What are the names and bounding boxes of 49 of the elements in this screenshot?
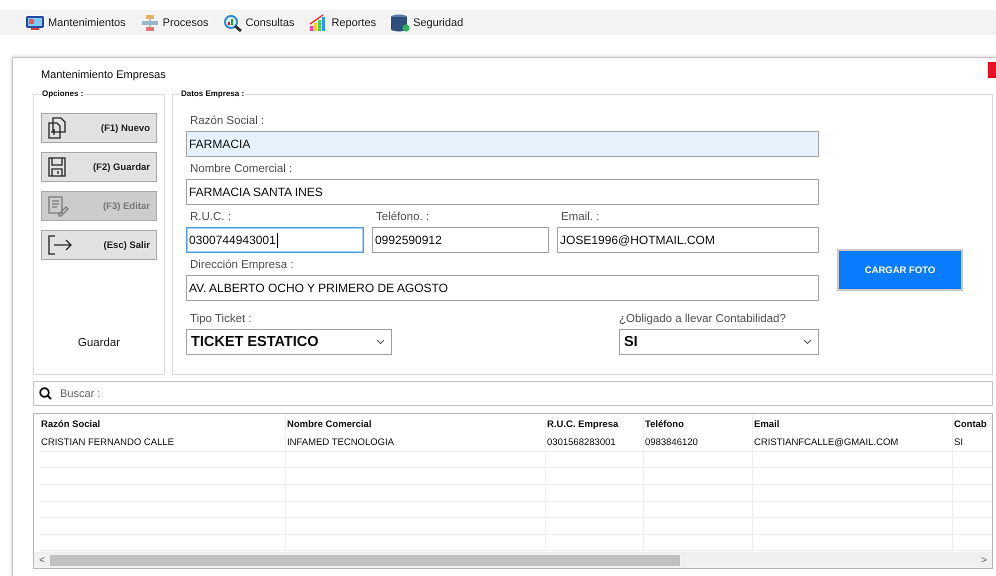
scrollbar-thumb[interactable] <box>50 554 680 566</box>
option-button[interactable]: (Esc) Salir <box>41 230 157 260</box>
text-field[interactable]: FARMACIA <box>186 131 819 157</box>
chevron-down-icon <box>376 339 385 345</box>
text-field[interactable]: 0300744943001 <box>186 227 364 253</box>
group-title: Datos Empresa : <box>180 89 246 98</box>
field-label: Email. : <box>560 210 600 225</box>
exit-arrow-icon <box>47 234 73 256</box>
database-icon <box>390 14 410 32</box>
blocks-icon <box>140 14 160 32</box>
scroll-right-button[interactable]: > <box>976 554 992 566</box>
upload-photo-button[interactable]: CARGAR FOTO <box>837 249 963 291</box>
column-header[interactable]: Teléfono <box>643 414 752 434</box>
field-label: Nombre Comercial : <box>189 162 294 177</box>
magnifier-chart-icon <box>222 14 243 32</box>
column-header[interactable]: Razón Social <box>40 414 285 434</box>
field-label: Razón Social : <box>189 114 266 129</box>
option-button[interactable]: (F1) Nuevo <box>41 113 157 143</box>
field-label: ¿Obligado a llevar Contabilidad? <box>619 312 787 327</box>
edit-document-icon <box>47 195 69 217</box>
column-header[interactable]: Email <box>752 414 952 434</box>
menu-item[interactable]: Reportes <box>331 16 376 28</box>
column-header[interactable]: Contab <box>952 414 992 434</box>
field-label: Teléfono. : <box>375 210 430 225</box>
scroll-left-button[interactable]: < <box>34 554 50 566</box>
menu-item[interactable]: Mantenimientos <box>48 16 126 28</box>
field-label: Dirección Empresa : <box>189 258 295 273</box>
search-icon <box>39 387 52 400</box>
window-title: Mantenimiento Empresas <box>41 69 166 81</box>
new-document-icon <box>47 117 67 139</box>
text-field[interactable]: FARMACIA SANTA INES <box>186 179 819 205</box>
search-field[interactable]: Buscar : <box>33 381 993 406</box>
dropdown[interactable]: TICKET ESTATICO <box>186 329 392 355</box>
text-field[interactable]: 0992590912 <box>372 227 549 253</box>
menu-item[interactable]: Procesos <box>162 16 209 28</box>
field-label: Tipo Ticket : <box>189 312 253 327</box>
dropdown[interactable]: SI <box>619 329 819 355</box>
menu-item[interactable]: Seguridad <box>413 16 464 28</box>
field-label: R.U.C. : <box>189 210 232 225</box>
monitor-icon <box>25 14 45 30</box>
text-field[interactable]: JOSE1996@HOTMAIL.COM <box>557 227 819 253</box>
group-title: Opciones : <box>41 89 84 98</box>
menu-item[interactable]: Consultas <box>246 16 294 28</box>
column-header[interactable]: R.U.C. Empresa <box>545 414 643 434</box>
text-field[interactable]: AV. ALBERTO OCHO Y PRIMERO DE AGOSTO <box>186 275 819 301</box>
status-text: Guardar <box>78 337 120 349</box>
option-button[interactable]: (F2) Guardar <box>41 152 157 182</box>
chevron-down-icon <box>803 339 812 345</box>
column-header[interactable]: Nombre Comercial <box>285 414 545 434</box>
